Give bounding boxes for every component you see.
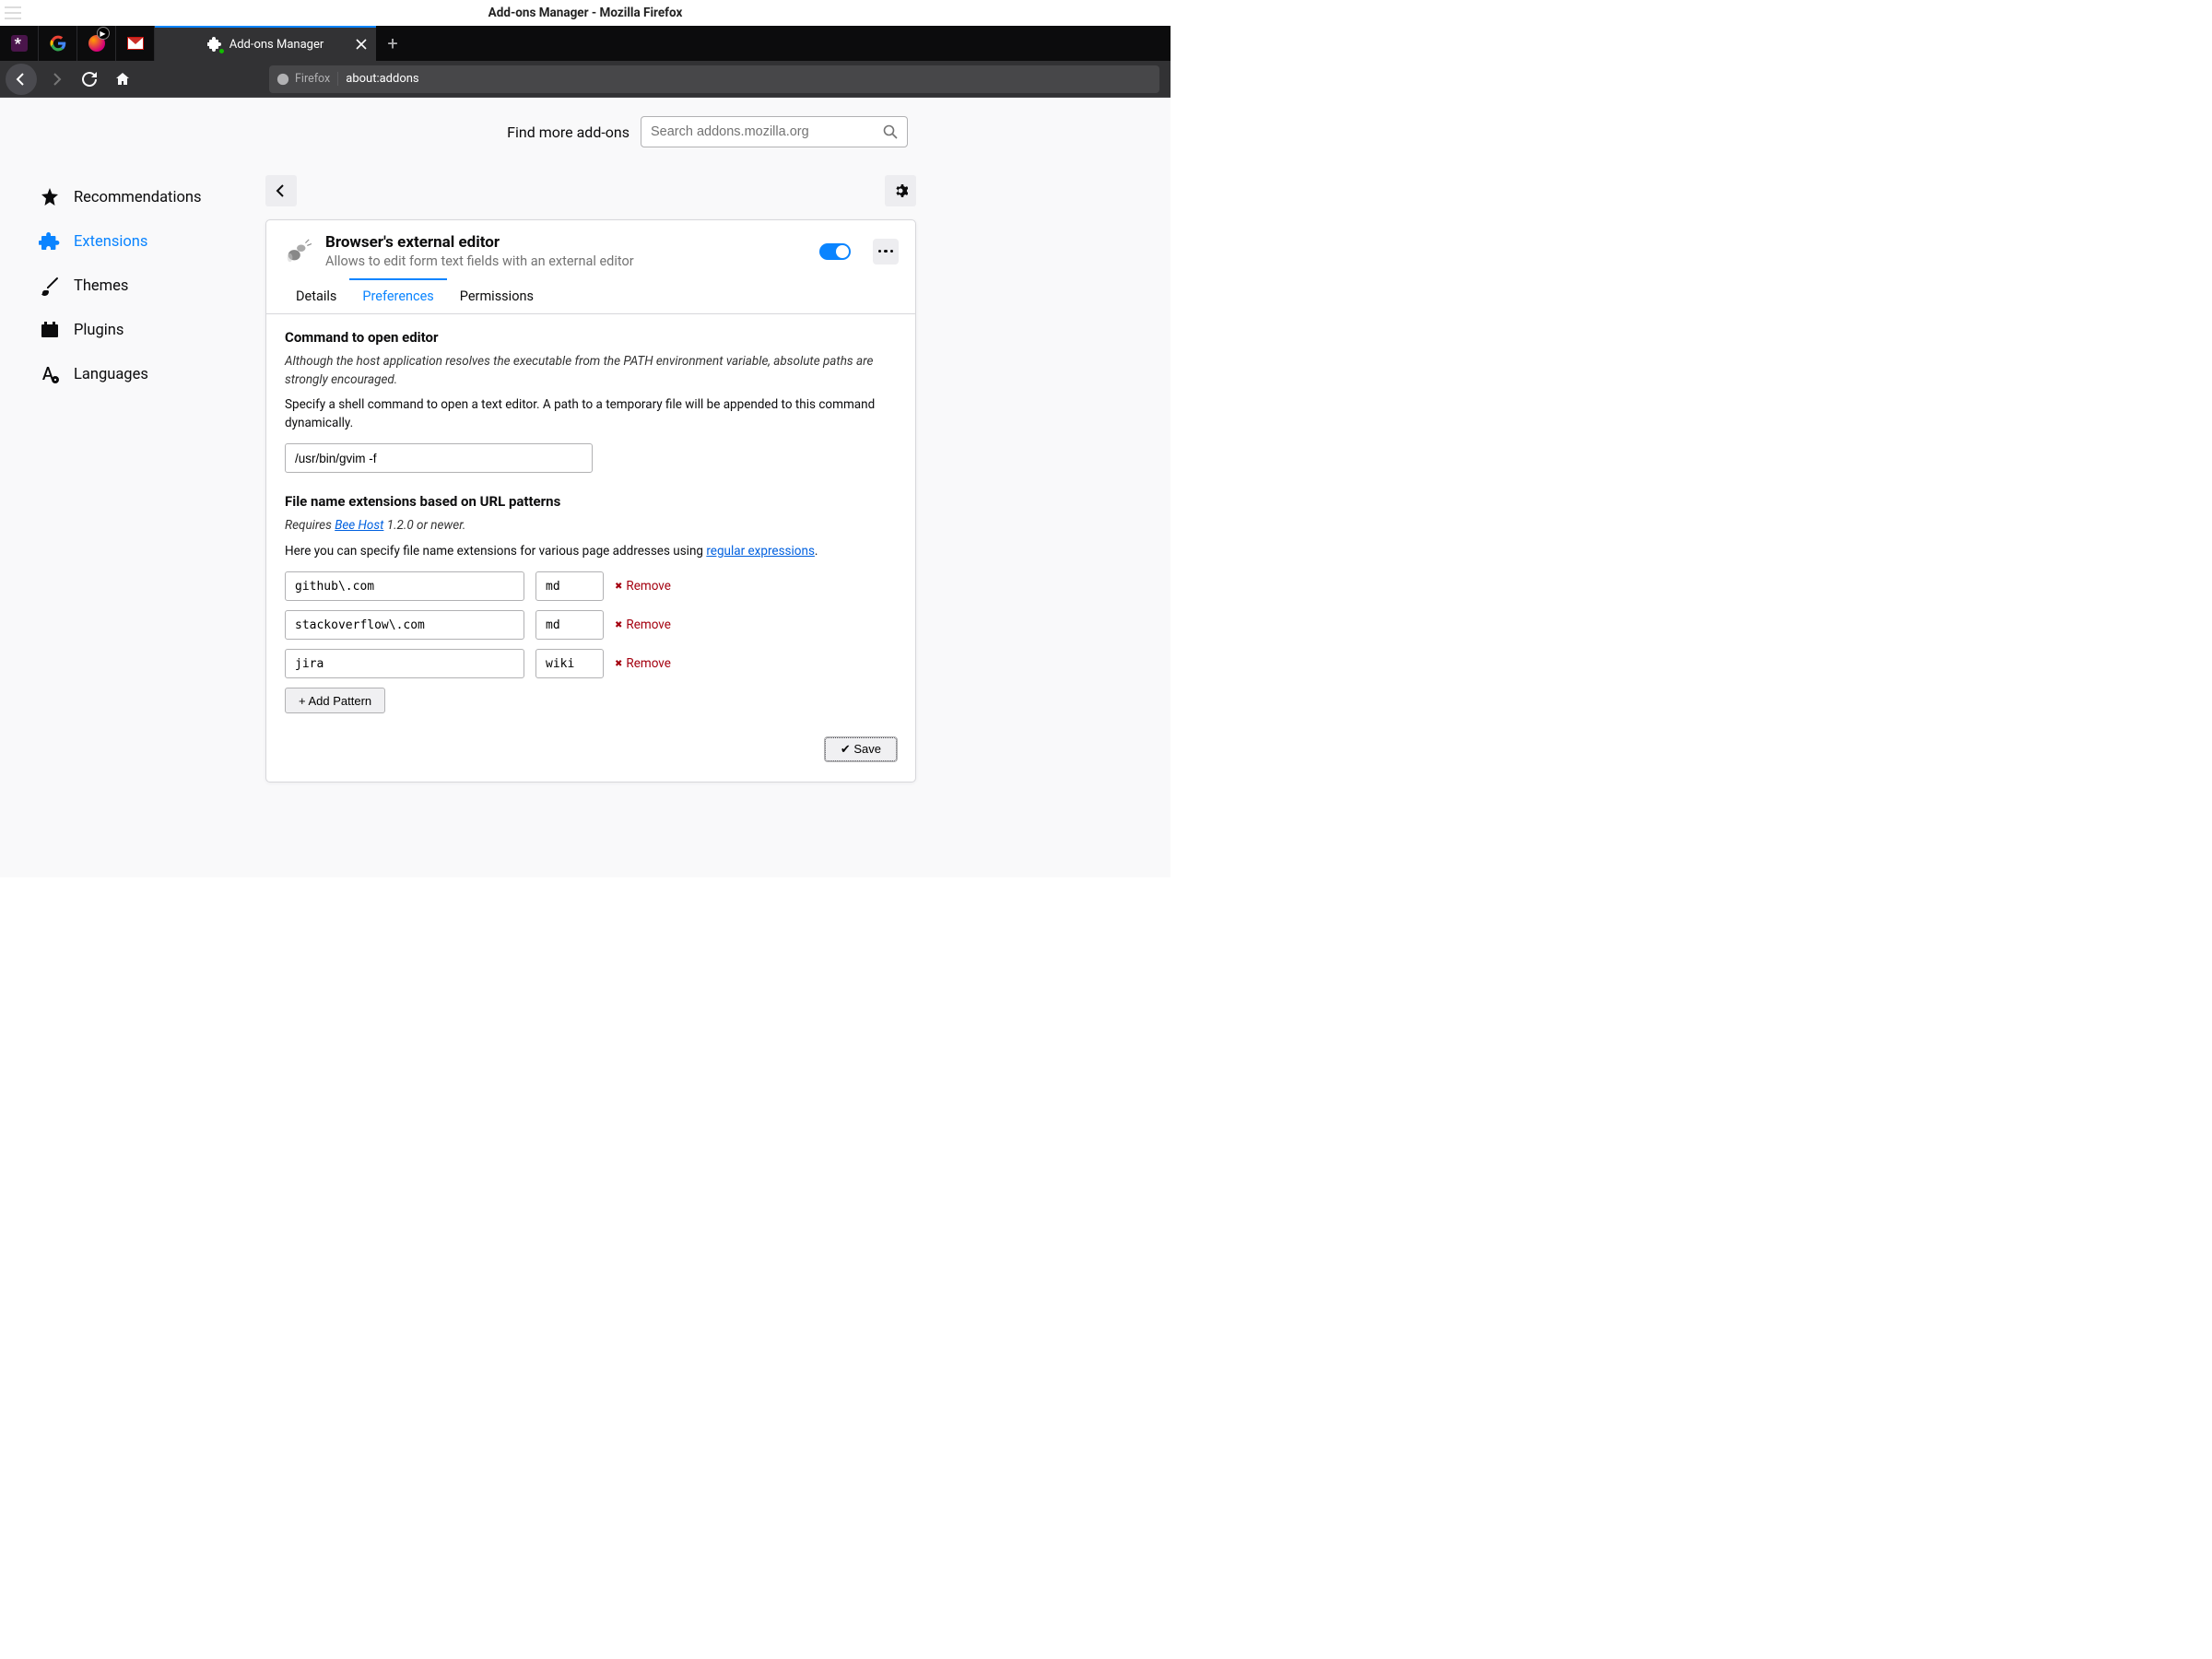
- search-icon: [883, 124, 898, 139]
- extension-title-wrap: Browser's external editor Allows to edit…: [325, 233, 806, 269]
- update-indicator-icon: [218, 48, 225, 54]
- pattern-row: Remove: [285, 610, 897, 640]
- more-actions-button[interactable]: [873, 239, 899, 265]
- sidebar-item-recommendations[interactable]: Recommendations: [35, 175, 219, 219]
- section2: File name extensions based on URL patter…: [285, 493, 897, 761]
- slack-icon: [11, 35, 28, 52]
- puzzle-icon: [39, 230, 61, 253]
- enable-toggle[interactable]: [819, 243, 851, 260]
- add-pattern-button[interactable]: + Add Pattern: [285, 688, 385, 713]
- tab-details[interactable]: Details: [283, 278, 349, 313]
- pattern-row: Remove: [285, 571, 897, 601]
- settings-gear-button[interactable]: [885, 175, 916, 206]
- addons-main: Recommendations Extensions Themes Plugin…: [0, 147, 1171, 782]
- editor-command-input[interactable]: [285, 443, 593, 473]
- pattern-input[interactable]: [285, 649, 524, 678]
- sidebar-item-label: Extensions: [74, 233, 147, 251]
- extension-card: Browser's external editor Allows to edit…: [265, 219, 916, 782]
- identity-label: Firefox: [295, 72, 330, 86]
- window-titlebar: Add-ons Manager - Mozilla Firefox: [0, 0, 1171, 26]
- section1-note: Although the host application resolves t…: [285, 353, 897, 389]
- save-row: ✔ Save: [285, 737, 897, 761]
- tab-bar: Add-ons Manager +: [0, 26, 1171, 61]
- save-button[interactable]: ✔ Save: [825, 737, 897, 761]
- sidebar-item-label: Languages: [74, 366, 148, 383]
- remove-button[interactable]: Remove: [615, 618, 671, 632]
- section1-heading: Command to open editor: [285, 329, 897, 346]
- find-more-label: Find more add-ons: [507, 124, 629, 141]
- pinned-tab-slack[interactable]: [0, 26, 39, 61]
- window-title: Add-ons Manager - Mozilla Firefox: [488, 6, 683, 20]
- media-icon: [88, 35, 105, 52]
- tab-icon-wrap: [207, 37, 222, 52]
- tab-addons-manager[interactable]: Add-ons Manager: [155, 26, 376, 61]
- back-button[interactable]: [6, 64, 37, 95]
- extension-title: Browser's external editor: [325, 233, 806, 252]
- tab-close-button[interactable]: [354, 37, 369, 52]
- new-tab-button[interactable]: +: [376, 26, 409, 61]
- section1-desc: Specify a shell command to open a text e…: [285, 396, 897, 432]
- sidebar-item-themes[interactable]: Themes: [35, 264, 219, 308]
- card-header: Browser's external editor Allows to edit…: [266, 220, 915, 278]
- detail-pane: Browser's external editor Allows to edit…: [265, 175, 916, 782]
- sidebar-item-label: Themes: [74, 277, 128, 295]
- pattern-row: Remove: [285, 649, 897, 678]
- star-icon: [39, 186, 61, 208]
- url-text: about:addons: [346, 72, 418, 86]
- bee-host-link[interactable]: Bee Host: [335, 518, 383, 533]
- hamburger-icon[interactable]: [5, 6, 21, 19]
- preferences-panel: Command to open editor Although the host…: [266, 314, 915, 782]
- sidebar-item-languages[interactable]: Languages: [35, 352, 219, 396]
- firefox-icon: [276, 73, 289, 86]
- identity-box[interactable]: Firefox: [276, 72, 338, 86]
- tab-permissions[interactable]: Permissions: [447, 278, 547, 313]
- addons-search[interactable]: [641, 116, 908, 147]
- tab-preferences[interactable]: Preferences: [349, 278, 446, 313]
- home-button[interactable]: [107, 65, 138, 94]
- regex-link[interactable]: regular expressions: [706, 544, 815, 559]
- sidebar-item-label: Plugins: [74, 322, 124, 339]
- sidebar-item-extensions[interactable]: Extensions: [35, 219, 219, 264]
- pinned-tab-gmail[interactable]: [116, 26, 155, 61]
- pattern-input[interactable]: [285, 571, 524, 601]
- reload-button[interactable]: [74, 65, 105, 94]
- extension-description: Allows to edit form text fields with an …: [325, 253, 806, 269]
- google-icon: [50, 35, 66, 52]
- detail-back-button[interactable]: [265, 175, 297, 206]
- pinned-tab-google[interactable]: [39, 26, 77, 61]
- pinned-tab-app3[interactable]: [77, 26, 116, 61]
- forward-button[interactable]: [41, 65, 72, 94]
- sidebar-item-plugins[interactable]: Plugins: [35, 308, 219, 352]
- url-bar[interactable]: Firefox about:addons: [269, 65, 1159, 93]
- extension-input[interactable]: [535, 649, 604, 678]
- sidebar-item-label: Recommendations: [74, 189, 202, 206]
- addons-header-row: Find more add-ons: [0, 116, 1171, 147]
- addons-search-input[interactable]: [651, 124, 883, 139]
- gmail-icon: [127, 37, 144, 50]
- section2-heading: File name extensions based on URL patter…: [285, 493, 897, 510]
- detail-tabs: Details Preferences Permissions: [266, 278, 915, 314]
- brush-icon: [39, 275, 61, 297]
- nav-toolbar: Firefox about:addons: [0, 61, 1171, 98]
- gear-icon: [893, 183, 908, 198]
- tab-title: Add-ons Manager: [229, 38, 324, 52]
- chevron-left-icon: [274, 183, 288, 198]
- pattern-input[interactable]: [285, 610, 524, 640]
- addons-content: Find more add-ons Recommendations Extens…: [0, 98, 1171, 877]
- section2-requires: Requires Bee Host 1.2.0 or newer.: [285, 517, 897, 535]
- language-icon: [39, 363, 61, 385]
- extension-input[interactable]: [535, 610, 604, 640]
- remove-button[interactable]: Remove: [615, 656, 671, 671]
- sidebar: Recommendations Extensions Themes Plugin…: [35, 175, 219, 782]
- extension-wasp-icon: [283, 237, 312, 266]
- plugin-icon: [39, 319, 61, 341]
- remove-button[interactable]: Remove: [615, 579, 671, 594]
- section2-desc: Here you can specify file name extension…: [285, 543, 897, 561]
- detail-header: [265, 175, 916, 206]
- extension-input[interactable]: [535, 571, 604, 601]
